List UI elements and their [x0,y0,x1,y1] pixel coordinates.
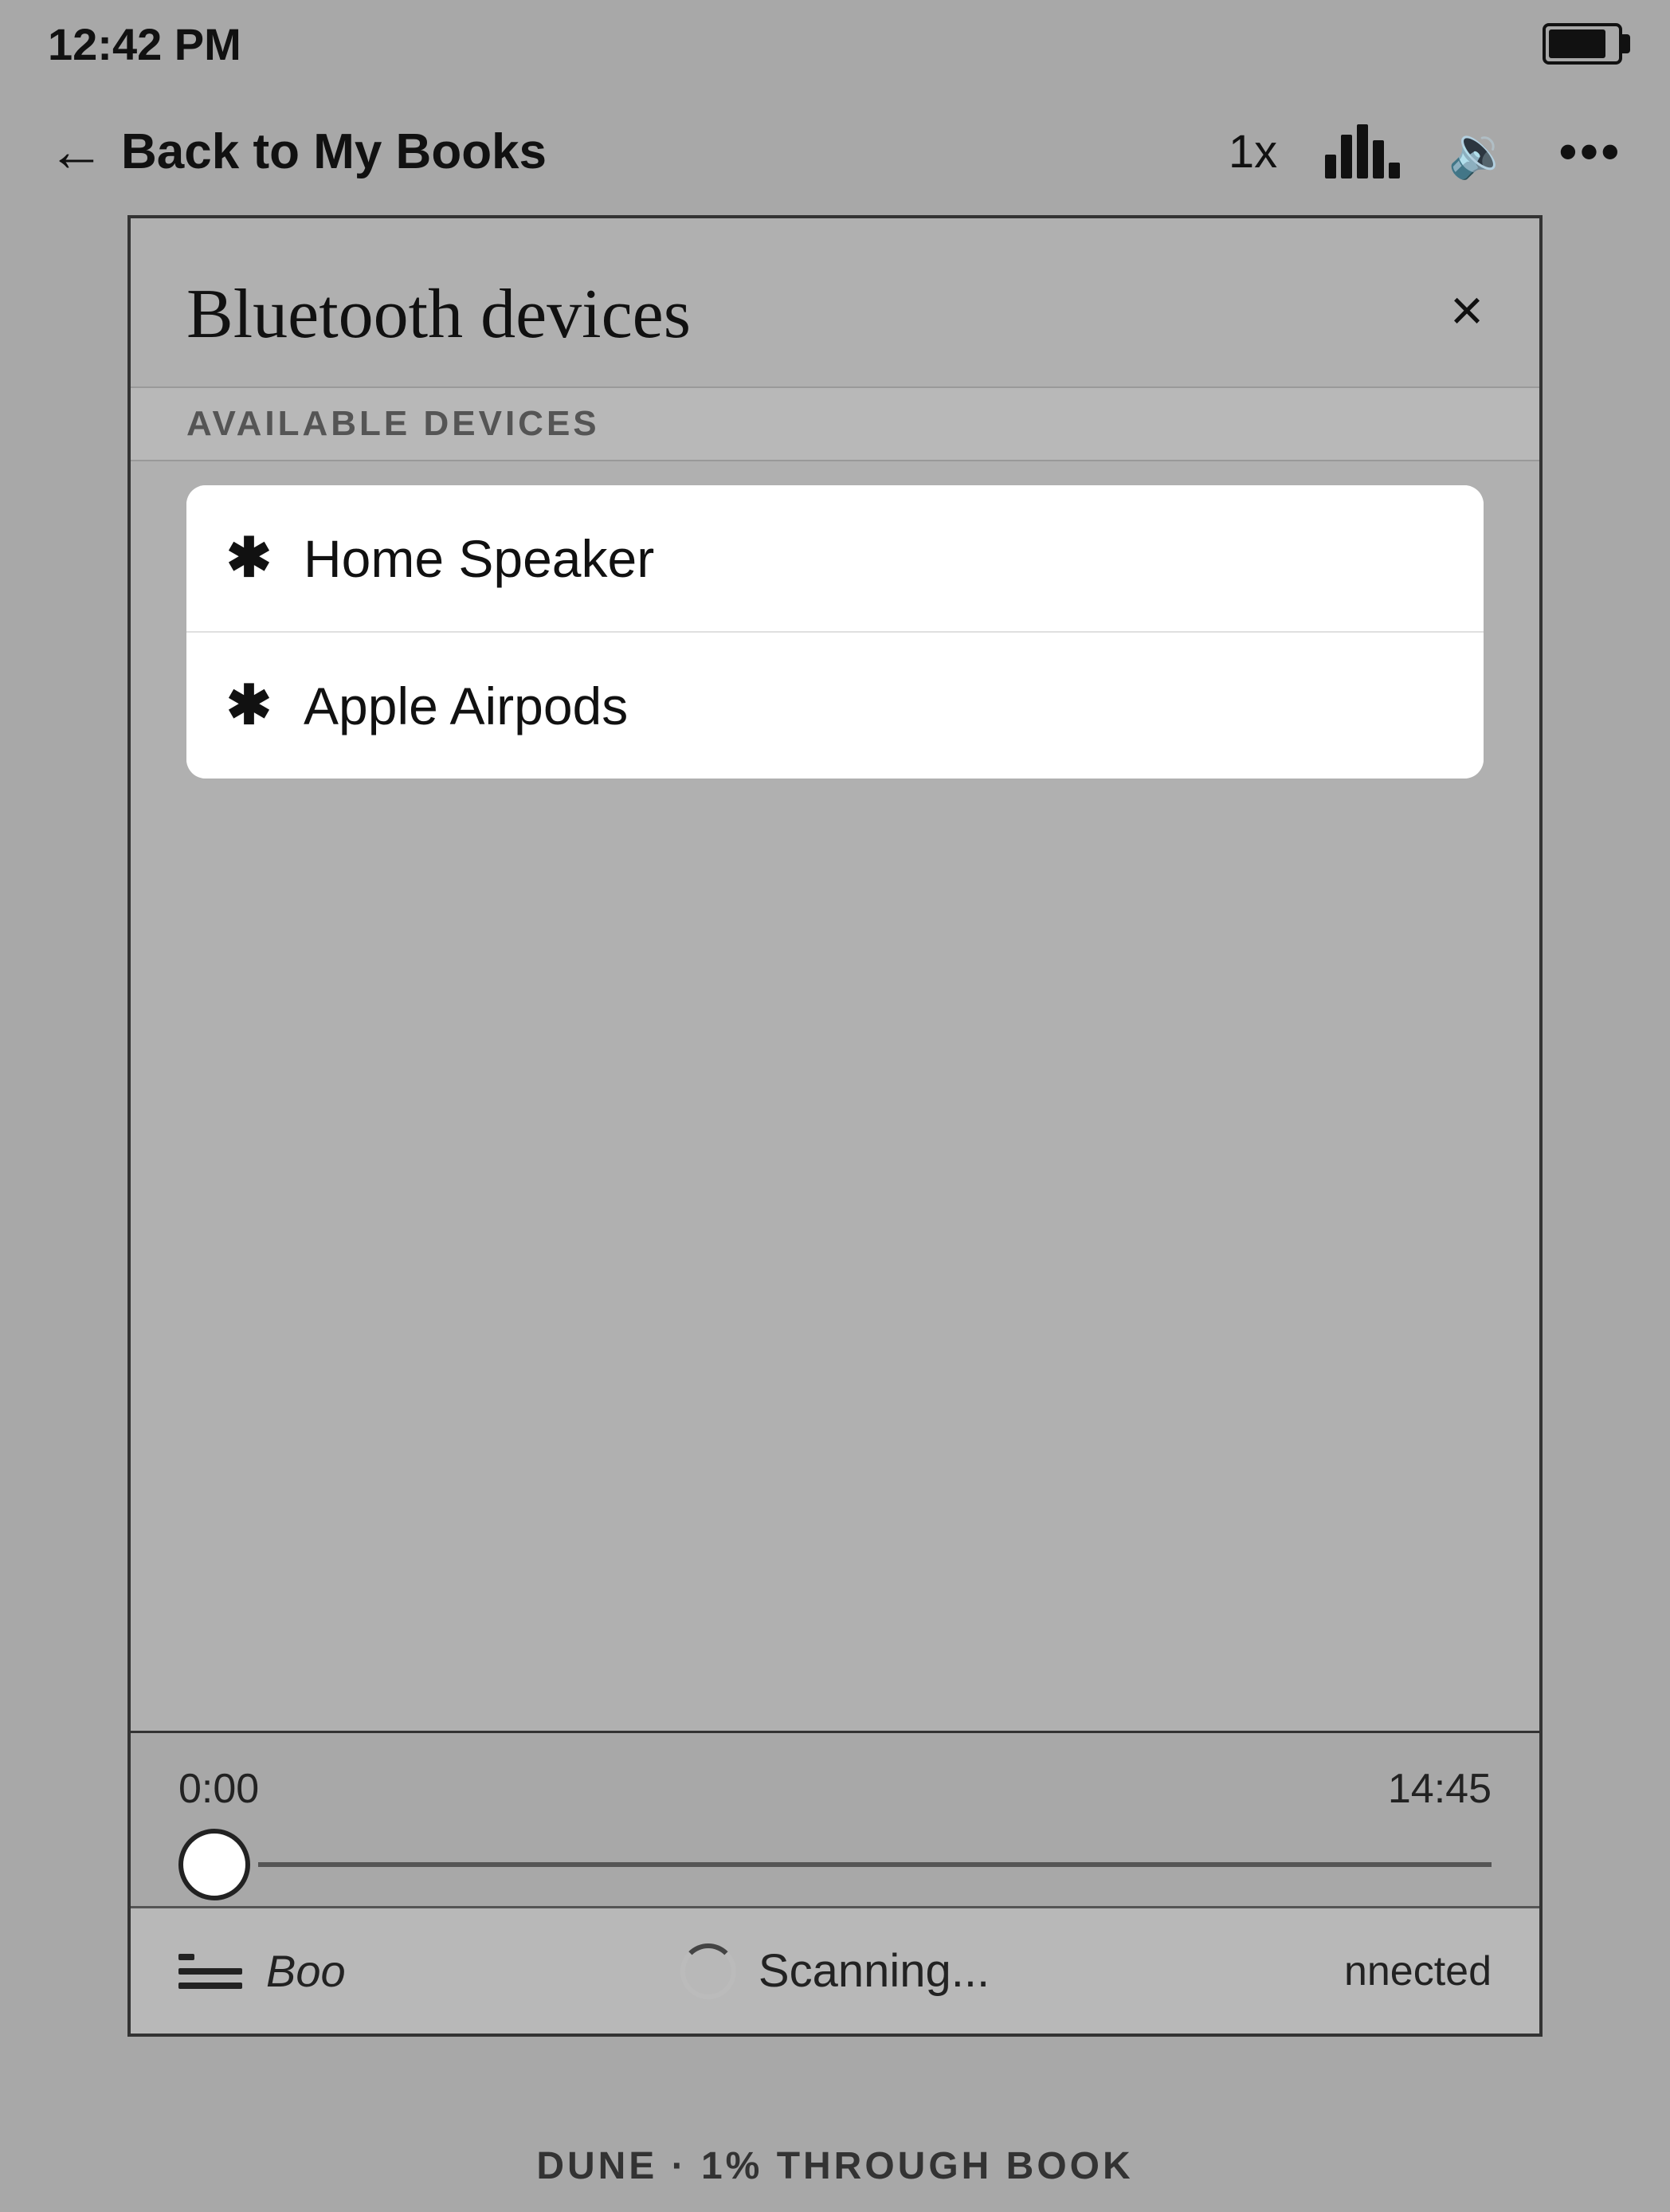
footer: DUNE · 1% THROUGH BOOK [0,2144,1670,2188]
time-row: 0:00 14:45 [131,1733,1539,1829]
speed-button[interactable]: 1x [1229,125,1277,178]
dialog-title: Bluetooth devices [186,274,691,355]
bluetooth-icon-1: ✱ [226,527,272,590]
bluetooth-icon-2: ✱ [226,674,272,737]
list-icon-line2 [178,1983,242,1989]
close-button[interactable]: × [1450,282,1484,339]
battery-icon [1543,23,1622,65]
main-content: Bluetooth devices × AVAILABLE DEVICES ✱ … [127,215,1543,2037]
scanning-center: Scanning... [680,1943,990,1999]
footer-text: DUNE · 1% THROUGH BOOK [536,2145,1133,2187]
dialog-header: Bluetooth devices × [131,218,1539,386]
book-label: Boo [266,1945,346,1997]
bluetooth-dialog: Bluetooth devices × AVAILABLE DEVICES ✱ … [131,218,1539,2034]
back-label: Back to My Books [121,124,547,180]
bar1 [1325,155,1336,178]
time-start: 0:00 [178,1765,259,1813]
progress-row [131,1829,1539,1900]
nav-bar: ← Back to My Books 1x 🔉 ••• [0,88,1670,215]
scanning-text: Scanning... [759,1944,990,1998]
bottom-section: 0:00 14:45 Boo Sca [131,1731,1539,2034]
device-name-2: Apple Airpods [304,676,628,736]
list-icon[interactable] [178,1954,242,1989]
device-name-1: Home Speaker [304,528,654,589]
connected-text: nnected [1344,1947,1492,1995]
status-time: 12:42 PM [48,18,241,70]
chapters-icon[interactable] [1325,124,1400,178]
device-item-home-speaker[interactable]: ✱ Home Speaker [186,485,1484,633]
device-item-apple-airpods[interactable]: ✱ Apple Airpods [186,633,1484,779]
volume-icon[interactable]: 🔉 [1448,122,1511,182]
status-bar: 12:42 PM [0,0,1670,88]
devices-list: ✱ Home Speaker ✱ Apple Airpods [186,485,1484,779]
scanning-spinner [680,1943,736,1999]
bar4 [1373,140,1384,178]
section-label: AVAILABLE DEVICES [131,386,1539,461]
nav-right: 1x 🔉 ••• [1229,122,1622,182]
scanning-left: Boo [178,1945,346,1997]
time-end: 14:45 [1388,1765,1492,1813]
battery-fill [1549,29,1605,58]
progress-handle[interactable] [178,1829,250,1900]
list-icon-dot [178,1954,194,1960]
bar5 [1389,163,1400,178]
back-arrow-icon: ← [48,123,105,180]
list-icon-line1 [178,1968,242,1975]
scanning-bar: Boo Scanning... nnected [131,1906,1539,2034]
more-button[interactable]: ••• [1559,122,1622,181]
progress-track[interactable] [258,1862,1492,1867]
bar2 [1341,135,1352,178]
back-button[interactable]: ← Back to My Books [48,123,547,180]
bar3 [1357,124,1368,178]
